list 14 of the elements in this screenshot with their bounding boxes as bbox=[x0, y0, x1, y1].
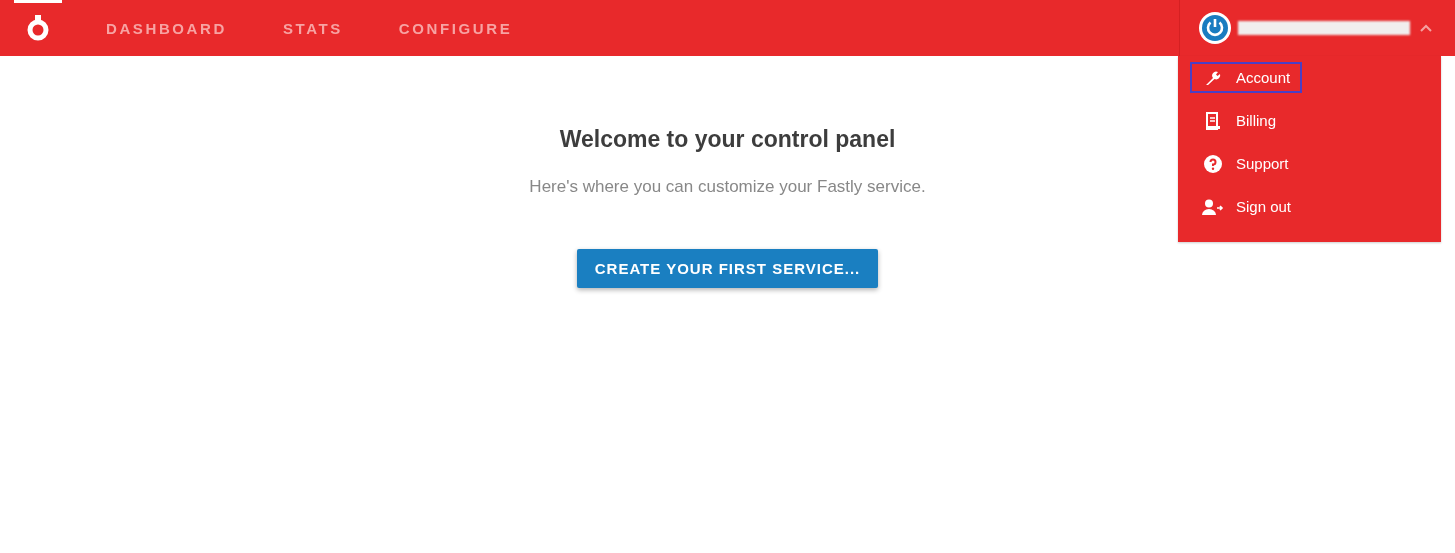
menu-item[interactable]: Account bbox=[1190, 62, 1303, 93]
create-service-button[interactable]: CREATE YOUR FIRST SERVICE... bbox=[576, 249, 879, 288]
user-signout-icon bbox=[1202, 198, 1224, 215]
menu-item[interactable]: Sign out bbox=[1190, 191, 1304, 222]
help-icon bbox=[1202, 154, 1224, 173]
nav-tab[interactable]: CONFIGURE bbox=[398, 19, 513, 37]
menu-item[interactable]: Support bbox=[1190, 148, 1301, 179]
nav-tab[interactable]: DASHBOARD bbox=[106, 19, 227, 37]
menu-item[interactable]: Billing bbox=[1190, 105, 1289, 136]
logo-icon[interactable] bbox=[27, 15, 49, 41]
power-icon bbox=[1198, 11, 1232, 45]
welcome-subtitle: Here's where you can customize your Fastly service. bbox=[529, 177, 926, 197]
nav-tab[interactable]: STATS bbox=[282, 19, 343, 37]
welcome-title: Welcome to your control panel bbox=[559, 126, 896, 153]
